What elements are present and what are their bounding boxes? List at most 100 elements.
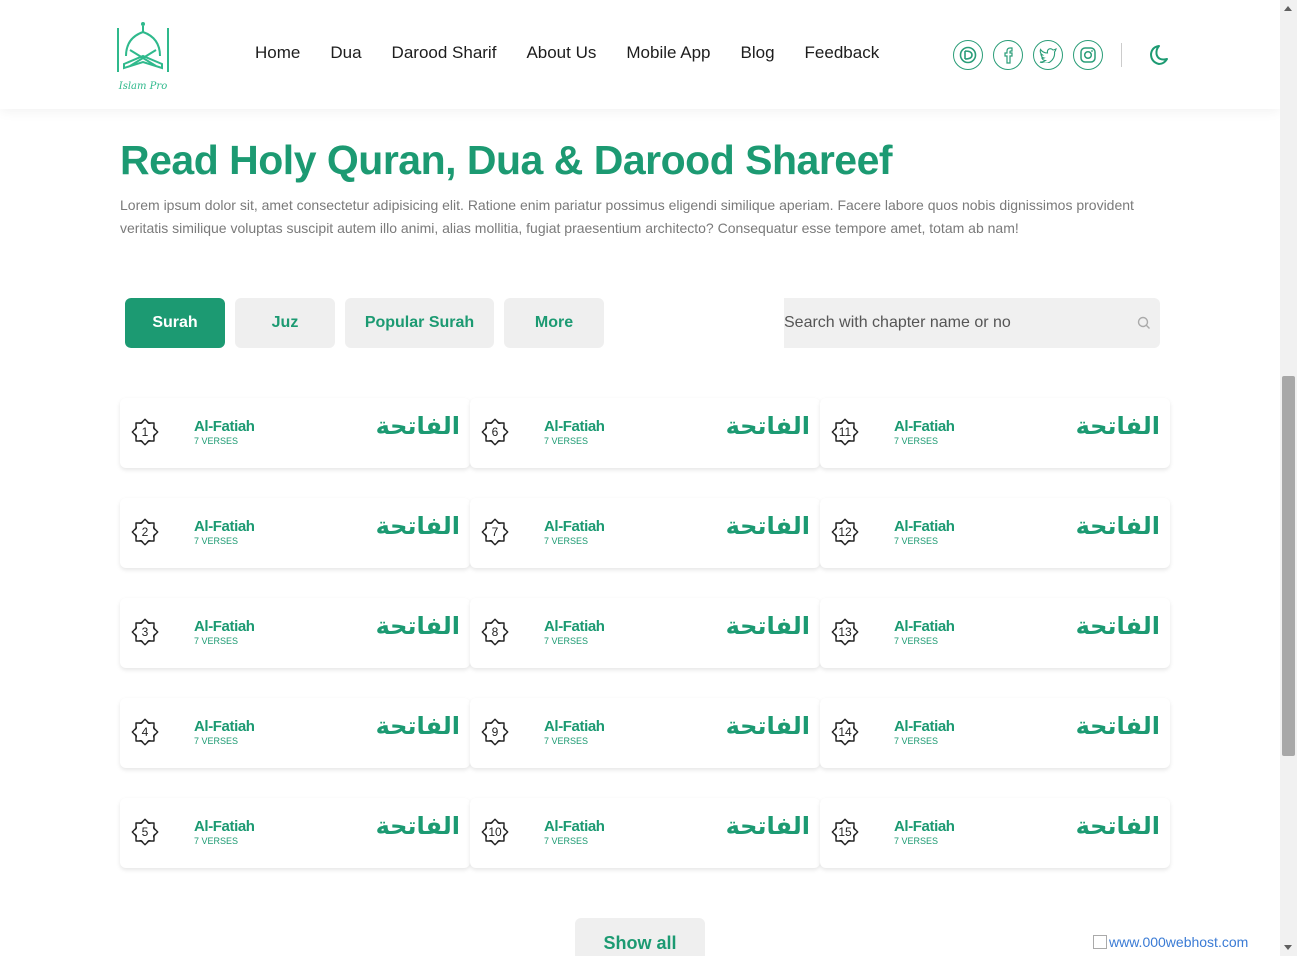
octagram-badge-icon: 10 xyxy=(480,817,510,847)
tab-surah[interactable]: Surah xyxy=(125,298,225,348)
surah-number: 12 xyxy=(838,525,852,539)
surah-card[interactable]: 15 Al-Fatiah 7 VERSES الفاتحة xyxy=(820,798,1170,868)
surah-number: 7 xyxy=(491,525,499,539)
search-input[interactable] xyxy=(784,298,1134,348)
surah-arabic-name: الفاتحة xyxy=(725,612,810,640)
nav-about-us[interactable]: About Us xyxy=(526,43,596,63)
show-all-button[interactable]: Show all xyxy=(575,918,705,956)
surah-number: 2 xyxy=(141,525,149,539)
surah-card[interactable]: 12 Al-Fatiah 7 VERSES الفاتحة xyxy=(820,498,1170,568)
surah-arabic-name: الفاتحة xyxy=(1075,512,1160,540)
site-logo[interactable]: Islam Pro xyxy=(112,20,174,94)
surah-arabic-name: الفاتحة xyxy=(375,412,460,440)
surah-number: 5 xyxy=(141,825,149,839)
octagram-badge-icon: 8 xyxy=(480,617,510,647)
octagram-badge-icon: 11 xyxy=(830,417,860,447)
surah-verses: 7 VERSES xyxy=(544,736,589,746)
surah-name: Al-Fatiah xyxy=(194,818,255,835)
surah-card[interactable]: 11 Al-Fatiah 7 VERSES الفاتحة xyxy=(820,398,1170,468)
surah-arabic-name: الفاتحة xyxy=(1075,612,1160,640)
social-links xyxy=(953,40,1170,70)
nav-home[interactable]: Home xyxy=(255,43,300,63)
octagram-badge-icon: 13 xyxy=(830,617,860,647)
surah-name: Al-Fatiah xyxy=(544,418,605,435)
surah-number: 1 xyxy=(141,425,149,439)
surah-verses: 7 VERSES xyxy=(894,636,939,646)
surah-number: 9 xyxy=(491,725,499,739)
instagram-icon[interactable] xyxy=(1073,40,1103,70)
site-header: Islam Pro Home Dua Darood Sharif About U… xyxy=(0,0,1280,109)
surah-number: 10 xyxy=(488,825,502,839)
nav-darood-sharif[interactable]: Darood Sharif xyxy=(392,43,497,63)
search-box xyxy=(784,298,1160,348)
surah-card[interactable]: 14 Al-Fatiah 7 VERSES الفاتحة xyxy=(820,698,1170,768)
host-watermark-link[interactable]: www.000webhost.com xyxy=(1093,934,1248,950)
search-icon[interactable] xyxy=(1137,316,1151,330)
surah-name: Al-Fatiah xyxy=(894,618,955,635)
surah-verses: 7 VERSES xyxy=(544,636,589,646)
divider xyxy=(1121,43,1122,67)
surah-verses: 7 VERSES xyxy=(544,536,589,546)
surah-arabic-name: الفاتحة xyxy=(375,812,460,840)
tab-popular-surah[interactable]: Popular Surah xyxy=(345,298,494,348)
surah-card[interactable]: 8 Al-Fatiah 7 VERSES الفاتحة xyxy=(470,598,820,668)
surah-arabic-name: الفاتحة xyxy=(1075,412,1160,440)
scroll-up-arrow-icon[interactable] xyxy=(1284,6,1292,11)
surah-number: 8 xyxy=(491,625,499,639)
octagram-badge-icon: 6 xyxy=(480,417,510,447)
nav-blog[interactable]: Blog xyxy=(741,43,775,63)
surah-number: 14 xyxy=(838,725,852,739)
surah-name: Al-Fatiah xyxy=(894,818,955,835)
surah-number: 15 xyxy=(838,825,852,839)
octagram-badge-icon: 4 xyxy=(130,717,160,747)
surah-card[interactable]: 7 Al-Fatiah 7 VERSES الفاتحة xyxy=(470,498,820,568)
broken-image-icon xyxy=(1093,935,1107,949)
scroll-thumb[interactable] xyxy=(1282,376,1295,756)
surah-name: Al-Fatiah xyxy=(894,418,955,435)
surah-name: Al-Fatiah xyxy=(194,618,255,635)
surah-card[interactable]: 2 Al-Fatiah 7 VERSES الفاتحة xyxy=(120,498,470,568)
surah-verses: 7 VERSES xyxy=(894,436,939,446)
surah-name: Al-Fatiah xyxy=(894,718,955,735)
surah-card[interactable]: 9 Al-Fatiah 7 VERSES الفاتحة xyxy=(470,698,820,768)
tab-more[interactable]: More xyxy=(504,298,604,348)
surah-card[interactable]: 13 Al-Fatiah 7 VERSES الفاتحة xyxy=(820,598,1170,668)
surah-card[interactable]: 5 Al-Fatiah 7 VERSES الفاتحة xyxy=(120,798,470,868)
mosque-book-icon xyxy=(117,22,169,72)
moon-icon[interactable] xyxy=(1144,42,1170,68)
surah-verses: 7 VERSES xyxy=(544,836,589,846)
surah-card[interactable]: 6 Al-Fatiah 7 VERSES الفاتحة xyxy=(470,398,820,468)
surah-arabic-name: الفاتحة xyxy=(725,712,810,740)
surah-name: Al-Fatiah xyxy=(544,818,605,835)
nav-feedback[interactable]: Feedback xyxy=(805,43,880,63)
surah-card[interactable]: 1 Al-Fatiah 7 VERSES الفاتحة xyxy=(120,398,470,468)
octagram-badge-icon: 14 xyxy=(830,717,860,747)
surah-number: 11 xyxy=(838,425,852,439)
page-description: Lorem ipsum dolor sit, amet consectetur … xyxy=(120,197,1134,236)
surah-name: Al-Fatiah xyxy=(194,718,255,735)
surah-name: Al-Fatiah xyxy=(894,518,955,535)
surah-number: 6 xyxy=(491,425,499,439)
scroll-down-arrow-icon[interactable] xyxy=(1284,945,1292,950)
surah-number: 4 xyxy=(141,725,149,739)
surah-verses: 7 VERSES xyxy=(194,836,239,846)
octagram-badge-icon: 15 xyxy=(830,817,860,847)
surah-arabic-name: الفاتحة xyxy=(725,412,810,440)
nav-dua[interactable]: Dua xyxy=(330,43,361,63)
surah-card[interactable]: 10 Al-Fatiah 7 VERSES الفاتحة xyxy=(470,798,820,868)
surah-card[interactable]: 4 Al-Fatiah 7 VERSES الفاتحة xyxy=(120,698,470,768)
surah-arabic-name: الفاتحة xyxy=(1075,812,1160,840)
surah-name: Al-Fatiah xyxy=(544,718,605,735)
twitter-icon[interactable] xyxy=(1033,40,1063,70)
nav-mobile-app[interactable]: Mobile App xyxy=(626,43,710,63)
surah-arabic-name: الفاتحة xyxy=(375,512,460,540)
surah-arabic-name: الفاتحة xyxy=(375,712,460,740)
dribbble-icon[interactable] xyxy=(953,40,983,70)
page-scrollbar[interactable] xyxy=(1280,0,1297,956)
surah-verses: 7 VERSES xyxy=(194,536,239,546)
facebook-icon[interactable] xyxy=(993,40,1023,70)
surah-name: Al-Fatiah xyxy=(544,518,605,535)
surah-card[interactable]: 3 Al-Fatiah 7 VERSES الفاتحة xyxy=(120,598,470,668)
tab-juz[interactable]: Juz xyxy=(235,298,335,348)
surah-name: Al-Fatiah xyxy=(544,618,605,635)
